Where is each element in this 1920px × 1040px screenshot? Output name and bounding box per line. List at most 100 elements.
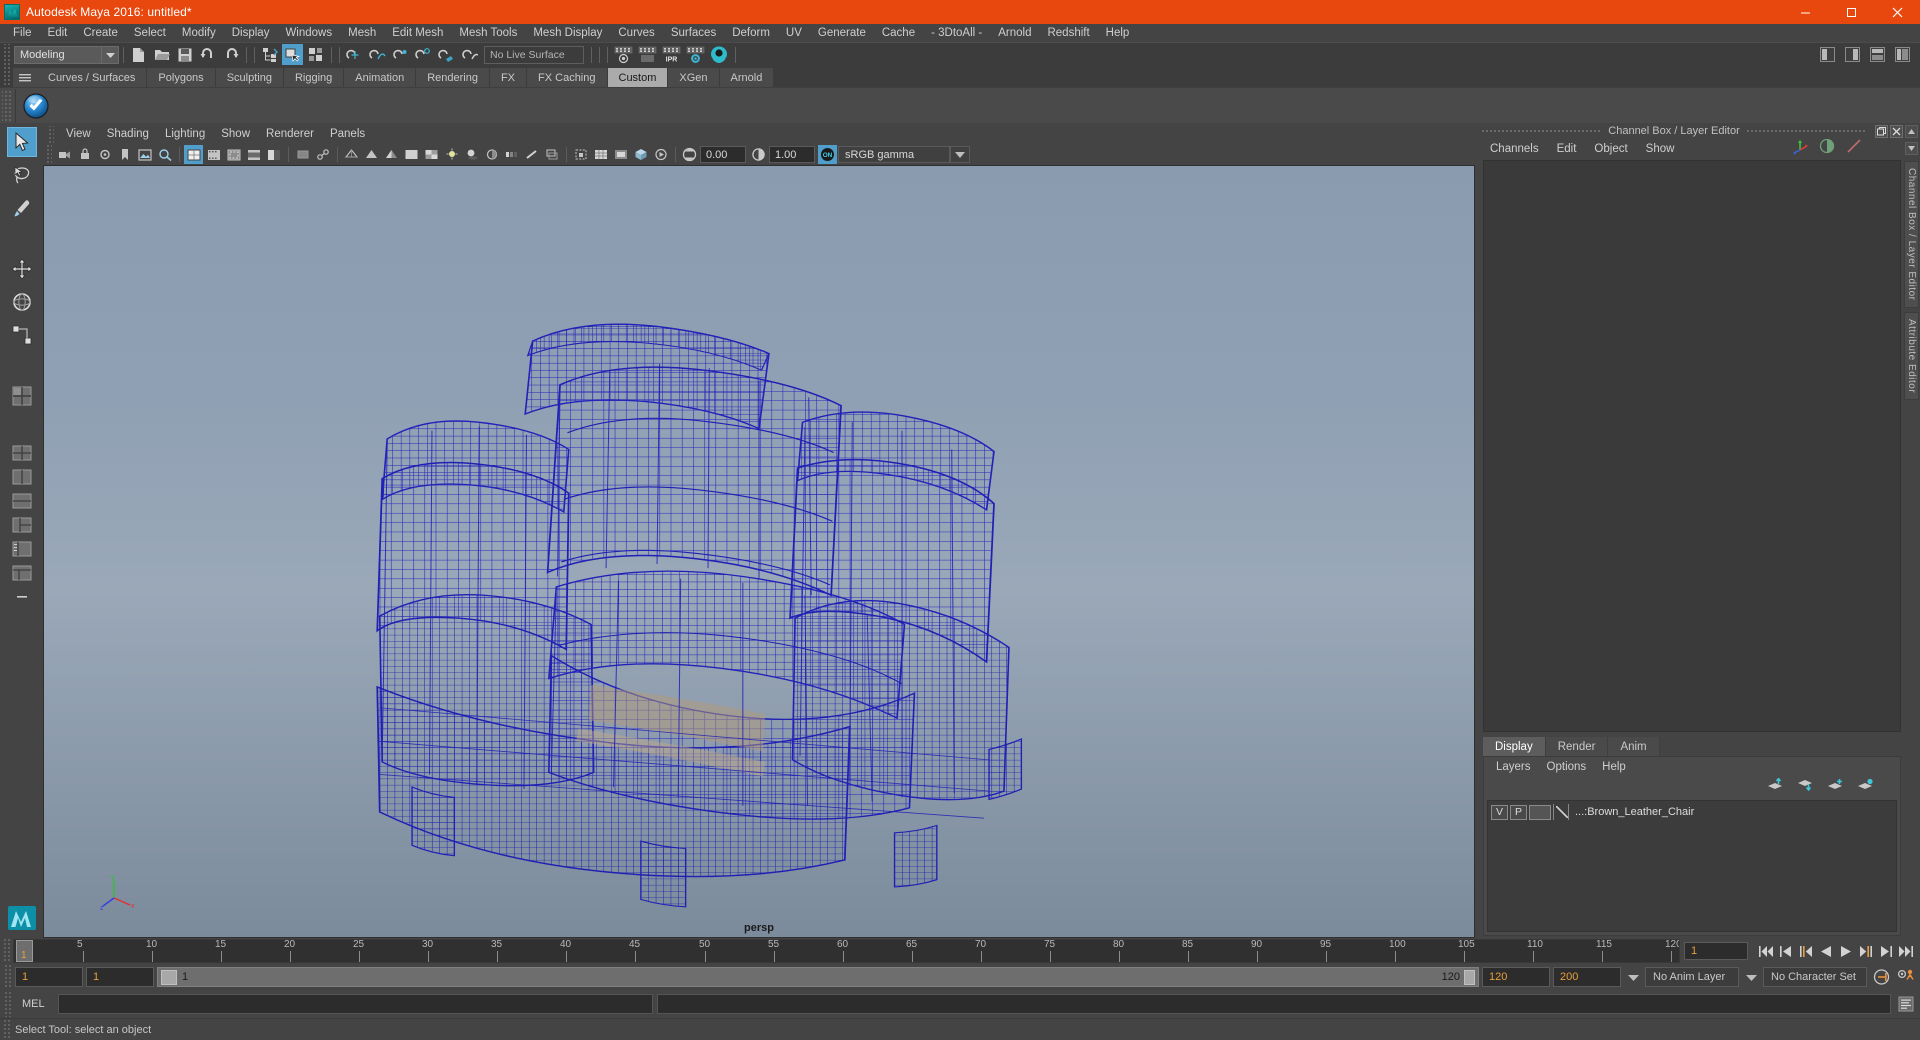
- snap-to-point-icon[interactable]: [390, 44, 411, 65]
- ipr-render-icon[interactable]: IPR: [660, 44, 682, 65]
- shadows-icon[interactable]: [462, 145, 481, 164]
- menu-mesh-tools[interactable]: Mesh Tools: [451, 24, 525, 42]
- layer-list[interactable]: V P ...:Brown_Leather_Chair: [1487, 800, 1897, 932]
- help-line-drag-handle[interactable]: [2, 1019, 11, 1040]
- scroll-up-icon[interactable]: [1905, 125, 1918, 138]
- shelf-tab-xgen[interactable]: XGen: [668, 68, 720, 87]
- tab-display[interactable]: Display: [1483, 737, 1546, 756]
- xray-joints-icon[interactable]: [313, 145, 332, 164]
- shelf-tab-sculpting[interactable]: Sculpting: [215, 68, 284, 87]
- make-live-icon[interactable]: [459, 44, 480, 65]
- select-by-hierarchy-icon[interactable]: [259, 44, 280, 65]
- layout-two-side-icon[interactable]: [9, 466, 35, 488]
- gamma-field[interactable]: 1.00: [769, 146, 815, 163]
- render-settings-icon[interactable]: [684, 44, 706, 65]
- undock-icon[interactable]: [1875, 124, 1888, 138]
- blue-checkmark-icon[interactable]: [20, 90, 52, 122]
- scale-box-icon[interactable]: [7, 320, 37, 350]
- select-camera-icon[interactable]: [55, 145, 74, 164]
- layout-single-icon[interactable]: [7, 381, 37, 411]
- scroll-down-icon[interactable]: [1905, 142, 1918, 155]
- shelf-tab-polygons[interactable]: Polygons: [147, 68, 216, 87]
- layout-three-icon[interactable]: [9, 514, 35, 536]
- render-sequence-icon[interactable]: [636, 44, 658, 65]
- range-slider[interactable]: 1 120: [157, 967, 1479, 987]
- bookmark-icon[interactable]: [115, 145, 134, 164]
- snap-to-grid-icon[interactable]: [344, 44, 365, 65]
- close-button[interactable]: [1874, 0, 1920, 24]
- layer-playback-toggle[interactable]: P: [1510, 804, 1527, 820]
- menu-curves[interactable]: Curves: [610, 24, 662, 42]
- shelf-tab-custom[interactable]: Custom: [607, 68, 669, 87]
- menu-windows[interactable]: Windows: [277, 24, 340, 42]
- channel-box-content[interactable]: [1483, 160, 1901, 732]
- close-icon[interactable]: [1890, 124, 1903, 138]
- range-slider-right-handle[interactable]: [1464, 969, 1475, 985]
- menu-surfaces[interactable]: Surfaces: [663, 24, 724, 42]
- multisample-icon[interactable]: [522, 145, 541, 164]
- move-arrows-icon[interactable]: [7, 254, 37, 284]
- select-by-object-icon[interactable]: [282, 44, 303, 65]
- tab-anim[interactable]: Anim: [1608, 737, 1660, 756]
- menu-arnold[interactable]: Arnold: [990, 24, 1039, 42]
- motion-blur-icon[interactable]: [502, 145, 521, 164]
- hypershade-icon[interactable]: [708, 44, 730, 65]
- undo-icon[interactable]: [197, 44, 218, 65]
- character-set-chevron-down-icon[interactable]: [1742, 967, 1760, 987]
- go-to-end-button[interactable]: [1896, 941, 1916, 961]
- step-back-key-button[interactable]: [1796, 941, 1816, 961]
- perspective-viewport[interactable]: y x z persp: [43, 165, 1475, 938]
- menu-mesh-display[interactable]: Mesh Display: [525, 24, 610, 42]
- redo-icon[interactable]: [220, 44, 241, 65]
- menu-select[interactable]: Select: [126, 24, 174, 42]
- vtab-channel-box-layer-editor[interactable]: Channel Box / Layer Editor: [1904, 161, 1919, 308]
- options-menu[interactable]: Options: [1539, 760, 1595, 774]
- screen-space-ao-icon[interactable]: [482, 145, 501, 164]
- rotate-circle-icon[interactable]: [7, 287, 37, 317]
- playback-start-time-field[interactable]: 1: [86, 967, 154, 987]
- viewport-menu-shading[interactable]: Shading: [99, 126, 157, 143]
- shape-channels-icon[interactable]: [1818, 137, 1836, 160]
- color-profile-chevron-down-icon[interactable]: [950, 146, 970, 163]
- wireframe-on-shaded-icon[interactable]: [402, 145, 421, 164]
- show-hide-channel-box-icon[interactable]: [1892, 44, 1913, 65]
- playback-end-time-field[interactable]: 120: [1482, 967, 1550, 987]
- menu-cache[interactable]: Cache: [874, 24, 923, 42]
- move-layer-up-icon[interactable]: [1767, 777, 1784, 796]
- menu-modify[interactable]: Modify: [174, 24, 224, 42]
- select-by-component-icon[interactable]: [305, 44, 326, 65]
- menu-redshift[interactable]: Redshift: [1039, 24, 1097, 42]
- command-response-field[interactable]: [657, 994, 1891, 1014]
- render-current-frame-icon[interactable]: [612, 44, 634, 65]
- show-hide-tool-settings-icon[interactable]: [1867, 44, 1888, 65]
- output-channels-icon[interactable]: [1845, 137, 1863, 160]
- viewport-menu-lighting[interactable]: Lighting: [157, 126, 213, 143]
- viewport-menu-drag-handle[interactable]: [47, 126, 54, 143]
- exposure-icon[interactable]: [264, 145, 283, 164]
- open-scene-icon[interactable]: [151, 44, 172, 65]
- twoD-pan-zoom-icon[interactable]: [155, 145, 174, 164]
- exposure-adjust-icon[interactable]: [680, 145, 699, 164]
- playblast-icon[interactable]: [651, 145, 670, 164]
- panel-drag-handle[interactable]: [1745, 128, 1867, 134]
- menu-create[interactable]: Create: [75, 24, 126, 42]
- viewport-toolbar-drag-handle[interactable]: [45, 145, 52, 164]
- menu-3dtoall[interactable]: - 3DtoAll -: [923, 24, 990, 42]
- snap-to-view-plane-icon[interactable]: [436, 44, 457, 65]
- vtab-attribute-editor[interactable]: Attribute Editor: [1904, 311, 1919, 400]
- exposure-field[interactable]: 0.00: [700, 146, 746, 163]
- layer-visibility-toggle[interactable]: V: [1491, 804, 1508, 820]
- auto-keyframe-icon[interactable]: [1870, 966, 1892, 988]
- move-layer-down-icon[interactable]: [1797, 778, 1814, 796]
- texture-icon[interactable]: [422, 145, 441, 164]
- shelf-drag-handle[interactable]: [2, 67, 11, 87]
- layout-two-stacked-icon[interactable]: [9, 490, 35, 512]
- step-forward-frame-button[interactable]: [1876, 941, 1896, 961]
- lock-camera-icon[interactable]: [75, 145, 94, 164]
- gate-mask-icon[interactable]: [244, 145, 263, 164]
- layout-four-icon[interactable]: [9, 442, 35, 464]
- shelf-tab-rendering[interactable]: Rendering: [416, 68, 490, 87]
- shelf-menu-icon[interactable]: [13, 68, 37, 87]
- statusline-drag-handle[interactable]: [2, 43, 11, 66]
- viewport-menu-show[interactable]: Show: [213, 126, 258, 143]
